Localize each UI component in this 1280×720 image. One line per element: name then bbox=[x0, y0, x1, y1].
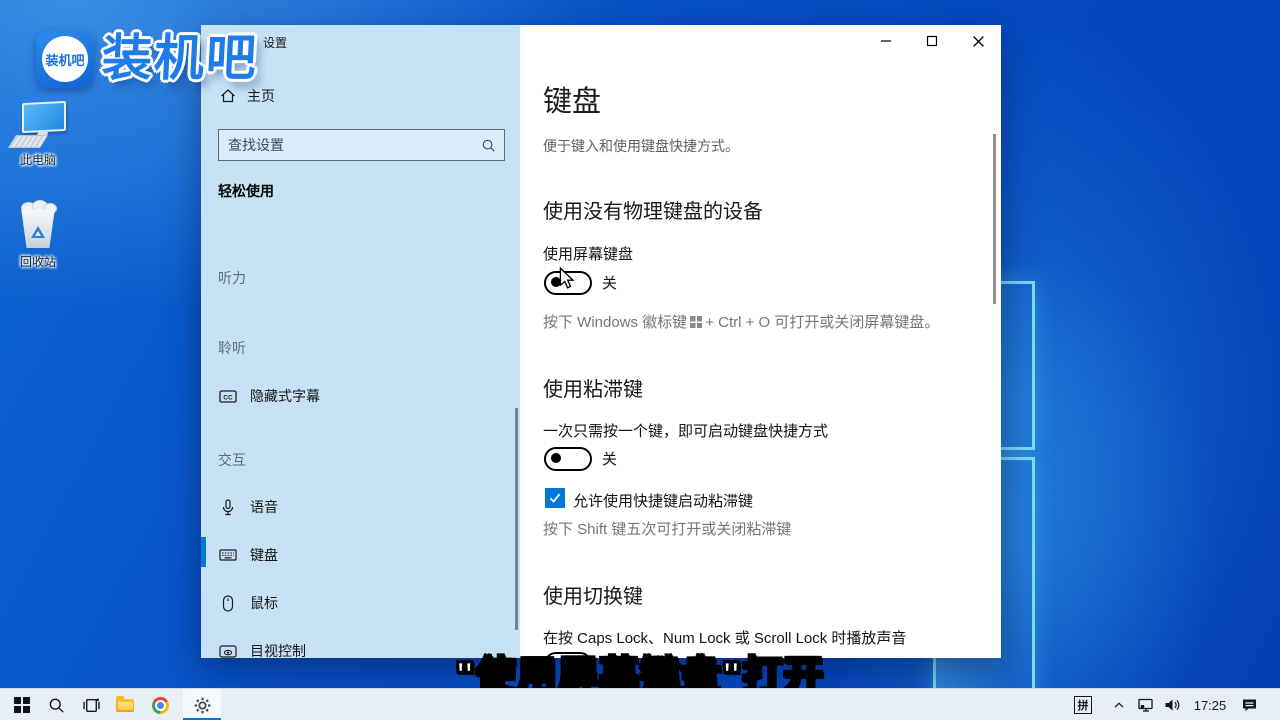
sticky-keys-checkbox[interactable] bbox=[545, 488, 565, 508]
page-title: 键盘 bbox=[543, 78, 601, 120]
search-icon bbox=[48, 697, 65, 714]
section-heading-osk: 使用没有物理键盘的设备 bbox=[543, 195, 763, 224]
sidebar-section-hearing: 听力 bbox=[201, 265, 520, 291]
file-explorer-icon bbox=[116, 699, 134, 712]
sidebar-item-speech[interactable]: 语音 bbox=[201, 494, 520, 520]
windows-logo-icon bbox=[690, 316, 702, 328]
settings-window: 设置 主页 轻松使用 听力 聆听 CC bbox=[201, 25, 1001, 658]
windows-start-icon bbox=[14, 697, 30, 713]
sidebar-item-keyboard[interactable]: 键盘 bbox=[201, 542, 520, 568]
sidebar-category-title: 轻松使用 bbox=[218, 181, 274, 201]
osk-toggle-label: 使用屏幕键盘 bbox=[543, 243, 633, 264]
content-scrollbar[interactable] bbox=[993, 134, 996, 304]
minimize-button[interactable] bbox=[863, 25, 909, 57]
task-view-button[interactable] bbox=[77, 689, 105, 720]
network-icon bbox=[1137, 697, 1155, 713]
sidebar-section-listening: 聆听 bbox=[201, 335, 520, 361]
desktop-icon-recycle-bin[interactable]: 回收站 bbox=[0, 200, 76, 271]
osk-hint: 按下 Windows 徽标键+ Ctrl + O 可打开或关闭屏幕键盘。 bbox=[543, 311, 939, 332]
sticky-toggle-state: 关 bbox=[602, 448, 617, 469]
sticky-checkbox-label: 允许使用快捷键启动粘滞键 bbox=[573, 490, 753, 511]
chrome-icon bbox=[152, 697, 169, 714]
action-center-button[interactable] bbox=[1236, 689, 1262, 720]
page-description: 便于键入和使用键盘快捷方式。 bbox=[543, 136, 739, 156]
maximize-icon bbox=[926, 35, 938, 47]
section-heading-sticky-keys: 使用粘滞键 bbox=[543, 373, 643, 402]
settings-search-box[interactable] bbox=[218, 129, 505, 161]
selected-item-accent-bar bbox=[201, 537, 206, 567]
search-icon[interactable] bbox=[481, 138, 496, 153]
start-button[interactable] bbox=[8, 689, 36, 720]
sticky-keys-toggle[interactable] bbox=[544, 447, 592, 471]
ime-indicator[interactable]: 拼 bbox=[1071, 689, 1095, 720]
minimize-icon bbox=[880, 35, 892, 47]
settings-sidebar: 设置 主页 轻松使用 听力 聆听 CC bbox=[201, 25, 520, 658]
close-button[interactable] bbox=[955, 25, 1001, 57]
desktop-icon-label: 此电脑 bbox=[20, 151, 56, 168]
search-input[interactable] bbox=[219, 137, 481, 153]
keyboard-icon bbox=[218, 548, 238, 562]
chevron-up-icon bbox=[1112, 698, 1126, 712]
sidebar-item-mouse[interactable]: 鼠标 bbox=[201, 590, 520, 616]
desktop-icon-this-pc[interactable]: 此电脑 bbox=[0, 102, 76, 169]
osk-toggle-state: 关 bbox=[602, 272, 617, 293]
action-center-icon bbox=[1241, 697, 1258, 713]
window-title: 设置 bbox=[263, 34, 287, 51]
task-view-icon bbox=[83, 697, 100, 714]
sticky-toggle-label: 一次只需按一个键，即可启动键盘快捷方式 bbox=[543, 420, 828, 441]
desktop: 此电脑 回收站 设置 主页 轻松使用 bbox=[0, 0, 1280, 720]
taskbar-search-button[interactable] bbox=[42, 689, 70, 720]
mouse-icon bbox=[218, 595, 238, 612]
toggle-knob bbox=[551, 453, 561, 463]
network-tray-icon[interactable] bbox=[1134, 689, 1158, 720]
taskbar: 拼 17:25 bbox=[0, 688, 1280, 720]
cc-icon: CC bbox=[218, 389, 238, 404]
maximize-button[interactable] bbox=[909, 25, 955, 57]
brand-logo-text: 装机吧 bbox=[101, 30, 260, 86]
section-heading-toggle-keys: 使用切换键 bbox=[543, 580, 643, 609]
brand-logo: 装机吧 装机吧 bbox=[36, 30, 258, 88]
chrome-button[interactable] bbox=[146, 689, 174, 720]
checkmark-icon bbox=[548, 491, 562, 505]
home-icon bbox=[220, 88, 236, 104]
desktop-icon-label: 回收站 bbox=[20, 253, 56, 270]
sidebar-item-closed-captions[interactable]: CC 隐藏式字幕 bbox=[201, 383, 520, 409]
mouse-cursor bbox=[557, 267, 577, 289]
recycle-bin-icon bbox=[15, 200, 61, 250]
svg-text:CC: CC bbox=[223, 394, 233, 401]
sidebar-scrollbar[interactable] bbox=[515, 408, 518, 630]
sidebar-item-home[interactable]: 主页 bbox=[220, 86, 275, 106]
taskbar-clock[interactable]: 17:25 bbox=[1188, 689, 1232, 720]
close-icon bbox=[972, 35, 985, 48]
speaker-icon bbox=[1164, 697, 1181, 713]
volume-tray-icon[interactable] bbox=[1160, 689, 1184, 720]
sticky-hint: 按下 Shift 键五次可打开或关闭粘滞键 bbox=[543, 518, 791, 539]
tray-expand-button[interactable] bbox=[1108, 689, 1130, 720]
sidebar-section-interaction: 交互 bbox=[201, 447, 520, 473]
home-label: 主页 bbox=[247, 86, 275, 106]
this-pc-icon bbox=[12, 102, 64, 148]
brand-badge-icon: 装机吧 bbox=[36, 30, 94, 88]
file-explorer-button[interactable] bbox=[111, 689, 139, 720]
gear-icon bbox=[194, 697, 211, 714]
settings-app-button-active[interactable] bbox=[183, 689, 221, 720]
microphone-icon bbox=[218, 499, 238, 516]
